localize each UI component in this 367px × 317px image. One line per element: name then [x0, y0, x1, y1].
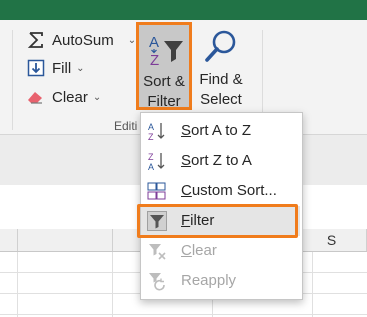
column-header-empty[interactable] — [0, 229, 18, 251]
reapply-icon — [147, 271, 167, 291]
eraser-icon — [26, 87, 46, 107]
menu-item-label: Reapply — [181, 272, 237, 289]
svg-text:Z: Z — [148, 152, 154, 162]
autosum-button[interactable]: AutoSum ⌄ — [26, 30, 136, 50]
find-select-button[interactable]: Find & Select ⌄ — [193, 26, 249, 124]
svg-text:Z: Z — [148, 132, 154, 141]
menu-item-label: Sort Z to A — [181, 152, 252, 169]
grid-line — [312, 252, 313, 317]
fill-label: Fill — [52, 59, 72, 77]
editing-group-label: Editi — [114, 119, 138, 133]
grid-line — [17, 252, 18, 317]
menu-item-reapply: Reapply — [141, 266, 300, 296]
menu-item-label: Custom Sort... — [181, 182, 277, 199]
menu-item-label: Clear — [181, 242, 217, 259]
svg-text:A: A — [149, 34, 159, 51]
sort-az-icon: A Z — [147, 121, 167, 142]
chevron-down-icon[interactable]: ⌄ — [128, 35, 136, 46]
menu-item-clear: Clear — [141, 236, 300, 266]
custom-sort-icon — [147, 181, 167, 201]
magnifier-icon — [203, 28, 239, 69]
chevron-down-icon[interactable]: ⌄ — [93, 92, 101, 103]
menu-item-custom-sort[interactable]: Custom Sort... — [141, 176, 300, 206]
menu-item-sort-z-to-a[interactable]: Z A Sort Z to A — [141, 146, 300, 176]
sort-filter-label-line1: Sort & — [143, 73, 185, 90]
svg-text:A: A — [148, 122, 154, 132]
svg-text:Z: Z — [150, 52, 159, 69]
clear-button[interactable]: Clear ⌄ — [26, 87, 101, 107]
grid-line — [112, 252, 113, 317]
svg-text:A: A — [148, 162, 154, 171]
sigma-icon — [26, 30, 46, 50]
sort-za-icon: Z A — [147, 151, 167, 172]
ribbon-separator — [12, 30, 13, 130]
fill-down-icon — [26, 58, 46, 78]
title-bar — [0, 0, 367, 20]
autosum-label: AutoSum — [52, 31, 114, 49]
column-header-O[interactable] — [18, 229, 113, 251]
grid-line — [0, 314, 367, 315]
find-select-label-line1: Find & — [199, 71, 243, 88]
menu-item-label: Sort A to Z — [181, 122, 252, 139]
chevron-down-icon[interactable]: ⌄ — [76, 63, 84, 74]
fill-button[interactable]: Fill ⌄ — [26, 58, 85, 78]
column-header-S[interactable]: S — [297, 229, 367, 251]
clear-filter-icon — [147, 241, 167, 261]
sort-filter-icon: A Z — [147, 31, 187, 74]
sort-filter-button[interactable]: A Z Sort & Filter ⌄ — [136, 22, 192, 126]
clear-label: Clear — [52, 88, 88, 106]
menu-item-sort-a-to-z[interactable]: A Z Sort A to Z — [141, 116, 300, 146]
filter-highlight-box — [137, 204, 298, 238]
